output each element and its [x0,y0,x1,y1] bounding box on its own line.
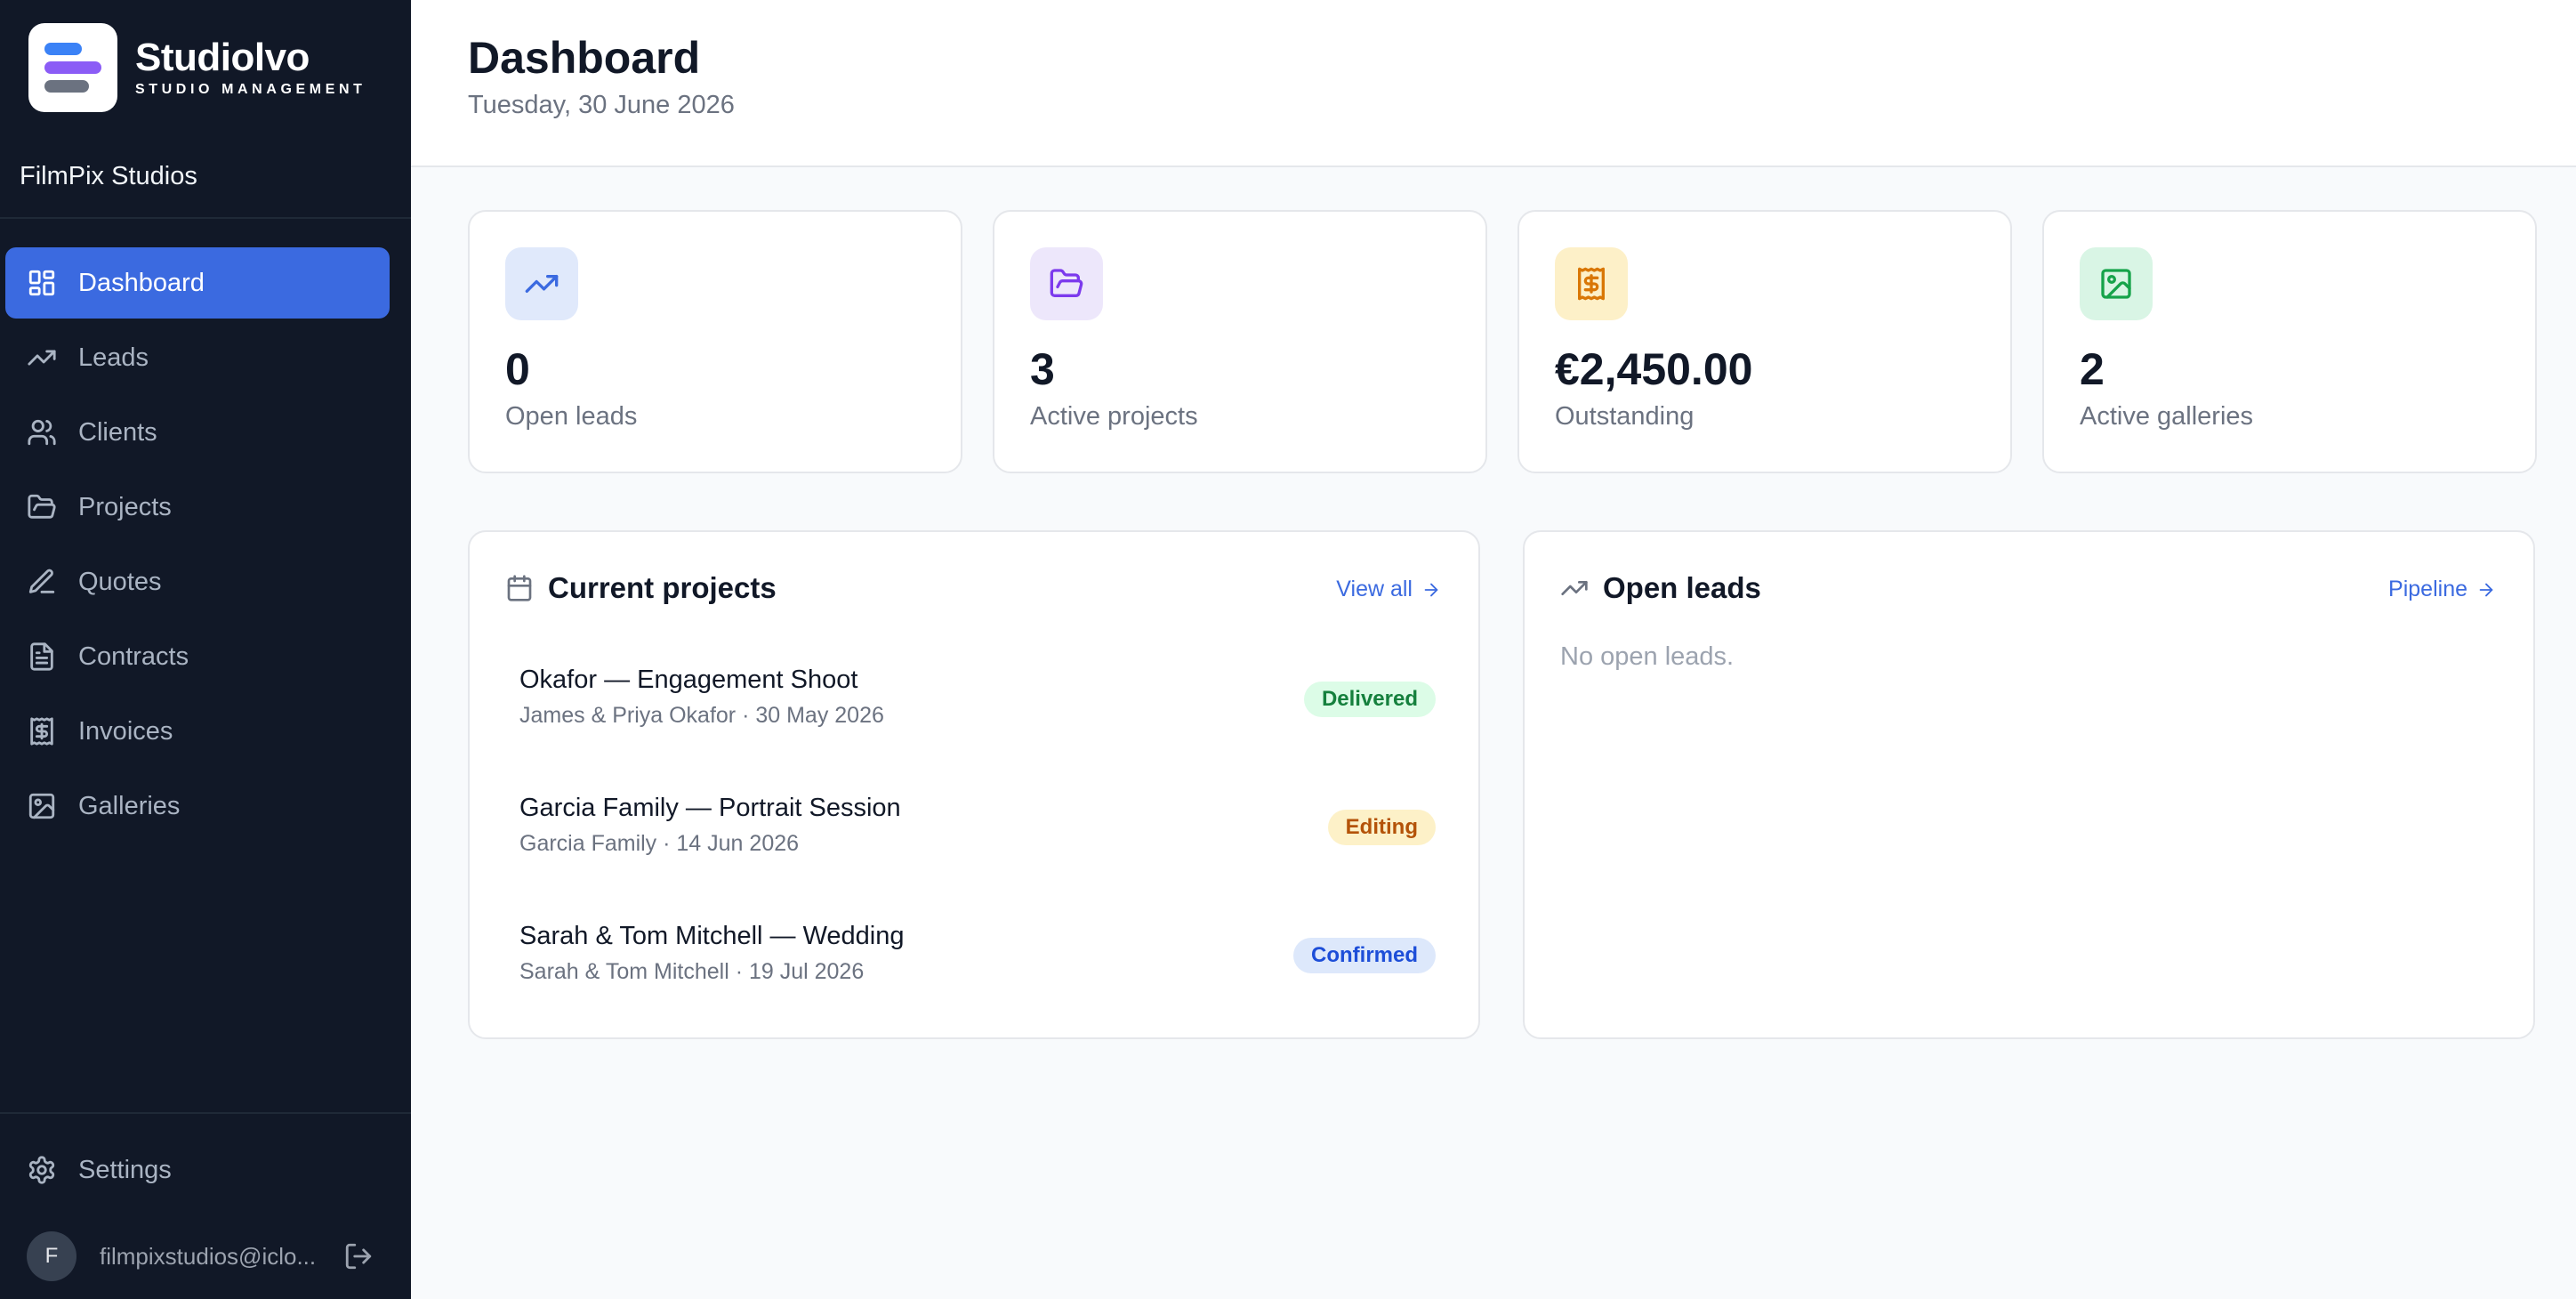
stat-card-open-leads[interactable]: 0 Open leads [468,210,962,473]
project-title: Okafor — Engagement Shoot [519,666,858,694]
sidebar-item-label: Dashboard [78,268,205,297]
calendar-icon [507,575,532,601]
link-label: Pipeline [2388,577,2467,601]
arrow-right-icon [2479,583,2493,596]
stat-label: Active projects [1030,402,1198,431]
project-subtitle: James & Priya Okafor · 30 May 2026 [519,703,884,728]
receipt-icon [1578,267,1605,301]
pen-icon [28,569,55,593]
status-badge: Editing [1327,810,1436,845]
image-icon [2101,269,2131,299]
sidebar-item-label: Projects [78,492,172,521]
stat-label: Open leads [505,402,638,431]
arrow-right-icon [1424,583,1438,596]
sidebar-item-label: Settings [78,1155,172,1184]
sidebar-item-invoices[interactable]: Invoices [5,696,390,767]
sidebar-item-contracts[interactable]: Contracts [5,621,390,692]
grid-icon [28,270,55,296]
user-email: filmpixstudios@iclo... [100,1242,317,1270]
stat-value: 3 [1030,344,1055,394]
sidebar-item-label: Leads [78,343,149,372]
sidebar-item-galleries[interactable]: Galleries [5,771,390,842]
stat-label: Outstanding [1555,402,1695,431]
project-row[interactable]: Garcia Family — Portrait Session Garcia … [519,794,1436,892]
sidebar-item-label: Quotes [78,567,162,596]
pipeline-link[interactable]: Pipeline [2388,577,2496,602]
sidebar-divider [0,217,411,219]
users-icon [28,419,56,446]
project-title: Sarah & Tom Mitchell — Wedding [519,922,905,950]
project-row[interactable]: Okafor — Engagement Shoot James & Priya … [519,666,1436,763]
stat-icon-wrap [1555,247,1628,320]
sidebar-item-label: Invoices [78,716,173,746]
stat-icon-wrap [1030,247,1103,320]
project-row[interactable]: Sarah & Tom Mitchell — Wedding Sarah & T… [519,922,1436,1020]
trending-up-icon [1561,581,1588,595]
sidebar-item-projects[interactable]: Projects [5,472,390,543]
receipt-icon [30,717,53,746]
image-icon [28,793,55,819]
brand-name: Studiolvo [135,36,310,79]
user-account: F filmpixstudios@iclo... [27,1230,382,1283]
sidebar-item-settings[interactable]: Settings [5,1134,390,1206]
logout-icon[interactable] [343,1241,374,1271]
trending-up-icon [28,350,56,366]
stat-value: 2 [2080,344,2105,394]
studio-name: FilmPix Studios [20,162,197,190]
status-badge: Confirmed [1293,938,1436,973]
sidebar-item-dashboard[interactable]: Dashboard [5,247,390,319]
empty-state-text: No open leads. [1560,642,1735,671]
link-label: View all [1336,577,1413,601]
sidebar-item-label: Contracts [78,641,189,671]
stat-card-active-galleries[interactable]: 2 Active galleries [2042,210,2537,473]
project-subtitle: Sarah & Tom Mitchell · 19 Jul 2026 [519,959,865,984]
stat-card-outstanding[interactable]: €2,450.00 Outstanding [1517,210,2012,473]
sidebar-item-label: Galleries [78,791,181,820]
status-badge: Delivered [1303,682,1436,717]
panel-title: Open leads [1603,571,1761,604]
project-title: Garcia Family — Portrait Session [519,794,901,822]
folder-open-icon [1050,269,1083,297]
stat-label: Active galleries [2080,402,2254,431]
sidebar: Studiolvo STUDIO MANAGEMENT FilmPix Stud… [0,0,411,1299]
view-all-link[interactable]: View all [1336,577,1441,602]
avatar[interactable]: F [27,1231,76,1281]
sidebar-item-leads[interactable]: Leads [5,322,390,393]
folder-icon [28,494,56,519]
open-leads-panel: Open leads Pipeline No open leads. [1523,530,2535,1039]
page-header: Dashboard Tuesday, 30 June 2026 [411,0,2576,167]
current-projects-panel: Current projects View all Okafor — Engag… [468,530,1480,1039]
brand-tagline: STUDIO MANAGEMENT [135,82,366,97]
brand[interactable]: Studiolvo STUDIO MANAGEMENT [28,23,366,112]
page-date: Tuesday, 30 June 2026 [468,91,735,119]
logo-icon [28,23,117,112]
sidebar-divider [0,1112,411,1114]
document-icon [30,642,53,671]
sidebar-item-clients[interactable]: Clients [5,397,390,468]
stat-value: €2,450.00 [1555,344,1753,394]
stat-value: 0 [505,344,530,394]
sidebar-item-label: Clients [78,417,157,447]
stat-icon-wrap [505,247,578,320]
page-title: Dashboard [468,33,701,83]
stat-card-active-projects[interactable]: 3 Active projects [993,210,1487,473]
sidebar-item-quotes[interactable]: Quotes [5,546,390,617]
trending-up-icon [525,275,559,293]
stat-icon-wrap [2080,247,2153,320]
project-subtitle: Garcia Family · 14 Jun 2026 [519,831,800,856]
panel-title: Current projects [548,571,777,604]
gear-icon [28,1156,55,1184]
sidebar-nav: Dashboard Leads Clients Projects Quotes … [5,247,390,845]
settings-section: Settings [5,1134,390,1209]
